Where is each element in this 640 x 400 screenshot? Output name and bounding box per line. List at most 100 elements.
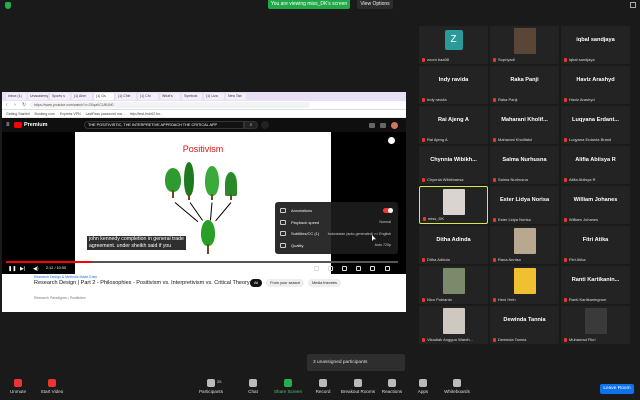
view-options-button[interactable]: View Options — [357, 0, 393, 9]
youtube-search-input[interactable]: THE POSITIVISTIC, THE INTERPRETIVE APPRO… — [84, 121, 244, 129]
participant-tile[interactable]: Maharani Kholif... Maharani Kholifatul — [490, 106, 559, 144]
volume-icon[interactable]: ◀) — [33, 266, 39, 272]
annotations-toggle[interactable] — [383, 208, 393, 214]
youtube-logo[interactable]: Premium — [14, 122, 84, 128]
browser-tab[interactable]: Unacademy — [28, 93, 48, 100]
participant-tile[interactable]: Indy ravida Indy ravida — [419, 66, 488, 104]
settings-icon[interactable] — [342, 266, 347, 271]
bookmark-link[interactable]: Booking.com — [35, 112, 55, 116]
browser-tab[interactable]: What's — [160, 93, 180, 100]
security-shield-icon[interactable] — [5, 2, 11, 9]
search-icon[interactable]: ⌕ — [244, 121, 258, 129]
participant-tile[interactable]: Luqyana Erdant... Luqyana Erdanta Brand — [561, 106, 630, 144]
url-field[interactable]: https://www.youtube.com/watch?v=ZKqaKCU8… — [30, 102, 310, 108]
apps-button[interactable]: Apps — [405, 379, 441, 394]
participant-name: Alifia Abiisya R — [575, 157, 616, 163]
next-icon[interactable]: ▶| — [20, 266, 25, 272]
participant-tile[interactable]: Fitri Atika Fitri Atika — [561, 226, 630, 264]
participant-tile[interactable]: Rai Ajeng A Rai Ajeng A — [419, 106, 488, 144]
chat-button[interactable]: Chat — [235, 379, 271, 394]
participant-tile[interactable]: Heni Hein — [490, 266, 559, 304]
menu-icon[interactable]: ≡ — [6, 122, 14, 128]
reload-icon[interactable]: ↻ — [22, 102, 27, 108]
participant-tile[interactable]: Ditha Adinda Ditha Adinda — [419, 226, 488, 264]
reactions-icon — [388, 379, 396, 387]
whiteboards-button[interactable]: Whiteboards — [439, 379, 475, 394]
pause-icon[interactable]: ❚❚ — [8, 266, 16, 272]
fullscreen-icon[interactable] — [385, 266, 390, 271]
unmute-button[interactable]: Unmute — [0, 379, 36, 394]
unassigned-participants-bar[interactable]: 3 unassigned participants — [307, 354, 405, 371]
participant-tile[interactable]: Dewinda Tannia Dewinda Tannia — [490, 306, 559, 344]
settings-row[interactable]: Annotations — [280, 205, 393, 217]
browser-tab[interactable]: Symbols — [182, 93, 202, 100]
participants-count: 25 — [217, 379, 222, 384]
participant-name: William Johanes — [573, 197, 618, 203]
muted-mic-icon — [493, 297, 496, 302]
notifications-icon[interactable] — [380, 122, 386, 128]
participant-tile[interactable]: Muhamad Fikri — [561, 306, 630, 344]
whiteboards-icon — [453, 379, 461, 387]
participant-tile[interactable]: iqbal sandjaya iqbal sandjaya — [561, 26, 630, 64]
subtitles-icon[interactable] — [328, 266, 333, 271]
leave-room-button[interactable]: Leave Room — [600, 384, 634, 394]
browser-tab[interactable]: Inbox (1) — [6, 93, 26, 100]
gallery-view-icon[interactable] — [630, 2, 636, 8]
create-icon[interactable] — [369, 122, 375, 128]
bookmark-link[interactable]: Express VPN — [60, 112, 81, 116]
participant-tile[interactable]: Nico Pubianto — [419, 266, 488, 304]
participant-tile[interactable]: Supriyadi — [490, 26, 559, 64]
settings-row[interactable]: Subtitles/CC (1) Indonesian (auto-generat… — [280, 228, 393, 240]
miniplayer-icon[interactable] — [356, 266, 361, 271]
browser-tab[interactable]: Sports s — [50, 93, 70, 100]
share-screen-button[interactable]: Share Screen — [270, 379, 306, 394]
participant-tile[interactable]: Vikadiah Anggun Wardh... — [419, 306, 488, 344]
record-button[interactable]: Record — [305, 379, 341, 394]
filter-chip[interactable]: Media theories — [308, 279, 341, 287]
chat-label: Chat — [248, 389, 258, 394]
autoplay-icon[interactable] — [314, 266, 319, 271]
participant-tile[interactable]: Ranti Kartikanin... Ranti Kartikaningrum — [561, 266, 630, 304]
browser-tab[interactable]: (1) Gs — [94, 93, 114, 100]
bookmark-link[interactable]: Getting Started — [6, 112, 30, 116]
reactions-label: Reactions — [381, 389, 403, 394]
participants-button[interactable]: Participants 25 — [193, 379, 229, 394]
browser-tab[interactable]: New Tab — [226, 93, 246, 100]
share-screen-icon — [284, 379, 292, 387]
settings-row[interactable]: Quality Auto 720p — [280, 240, 393, 252]
browser-tab[interactable]: (1) Chi — [138, 93, 158, 100]
participant-tile[interactable]: Ester Lidya Norisa Ester Lidya Norisa — [490, 186, 559, 224]
participant-display-name: Muhamad Fikri — [569, 337, 596, 342]
progress-bar[interactable] — [6, 261, 398, 263]
browser-tab[interactable]: (1) Liza — [204, 93, 224, 100]
channel-link[interactable]: Research Design & Methods Made Easy — [34, 274, 406, 279]
participant-tile[interactable]: Chynnia Wibikh... Chynnia Wibikhansa — [419, 146, 488, 184]
participant-display-name: Chynnia Wibikhansa — [427, 177, 464, 182]
breakout-rooms-button[interactable]: Breakout Rooms — [340, 379, 376, 394]
participant-tile[interactable]: Raka Panji Raka Panji — [490, 66, 559, 104]
settings-row[interactable]: Playback speed Normal — [280, 217, 393, 229]
participant-tile[interactable]: Salma Nurhusna Salma Nurhusna — [490, 146, 559, 184]
video-player[interactable]: Positivism john kennedy completion in ge… — [2, 132, 406, 274]
participant-tile[interactable]: Haviz Arashyd Haviz Arashyd — [561, 66, 630, 104]
bookmark-link[interactable]: http://test-fedr62.bo... — [130, 112, 163, 116]
forward-icon[interactable]: › — [14, 102, 19, 108]
account-avatar[interactable] — [391, 121, 398, 129]
filter-chip[interactable]: From your search — [266, 279, 304, 287]
participant-name: Ditha Adinda — [436, 237, 471, 243]
filter-chip[interactable]: All — [250, 279, 263, 287]
participant-tile[interactable]: Zzoom baa08 — [419, 26, 488, 64]
microphone-icon[interactable] — [261, 121, 269, 129]
participant-tile[interactable]: Alifia Abiisya R Alifia Abiisya R — [561, 146, 630, 184]
back-icon[interactable]: ‹ — [6, 102, 11, 108]
info-icon[interactable] — [388, 137, 395, 144]
browser-tab[interactable]: (1) Ahm — [72, 93, 92, 100]
bookmark-link[interactable]: LastPass password ma... — [86, 112, 125, 116]
browser-tab[interactable]: (1) Chin — [116, 93, 136, 100]
participant-tile[interactable]: Rana Annisa — [490, 226, 559, 264]
participant-tile[interactable]: miss_DK — [419, 186, 488, 224]
theater-icon[interactable] — [370, 266, 375, 271]
participant-label: Salma Nurhusna — [493, 177, 557, 182]
start-video-button[interactable]: Start Video — [34, 379, 70, 394]
participant-tile[interactable]: William Johanes William Johanes — [561, 186, 630, 224]
